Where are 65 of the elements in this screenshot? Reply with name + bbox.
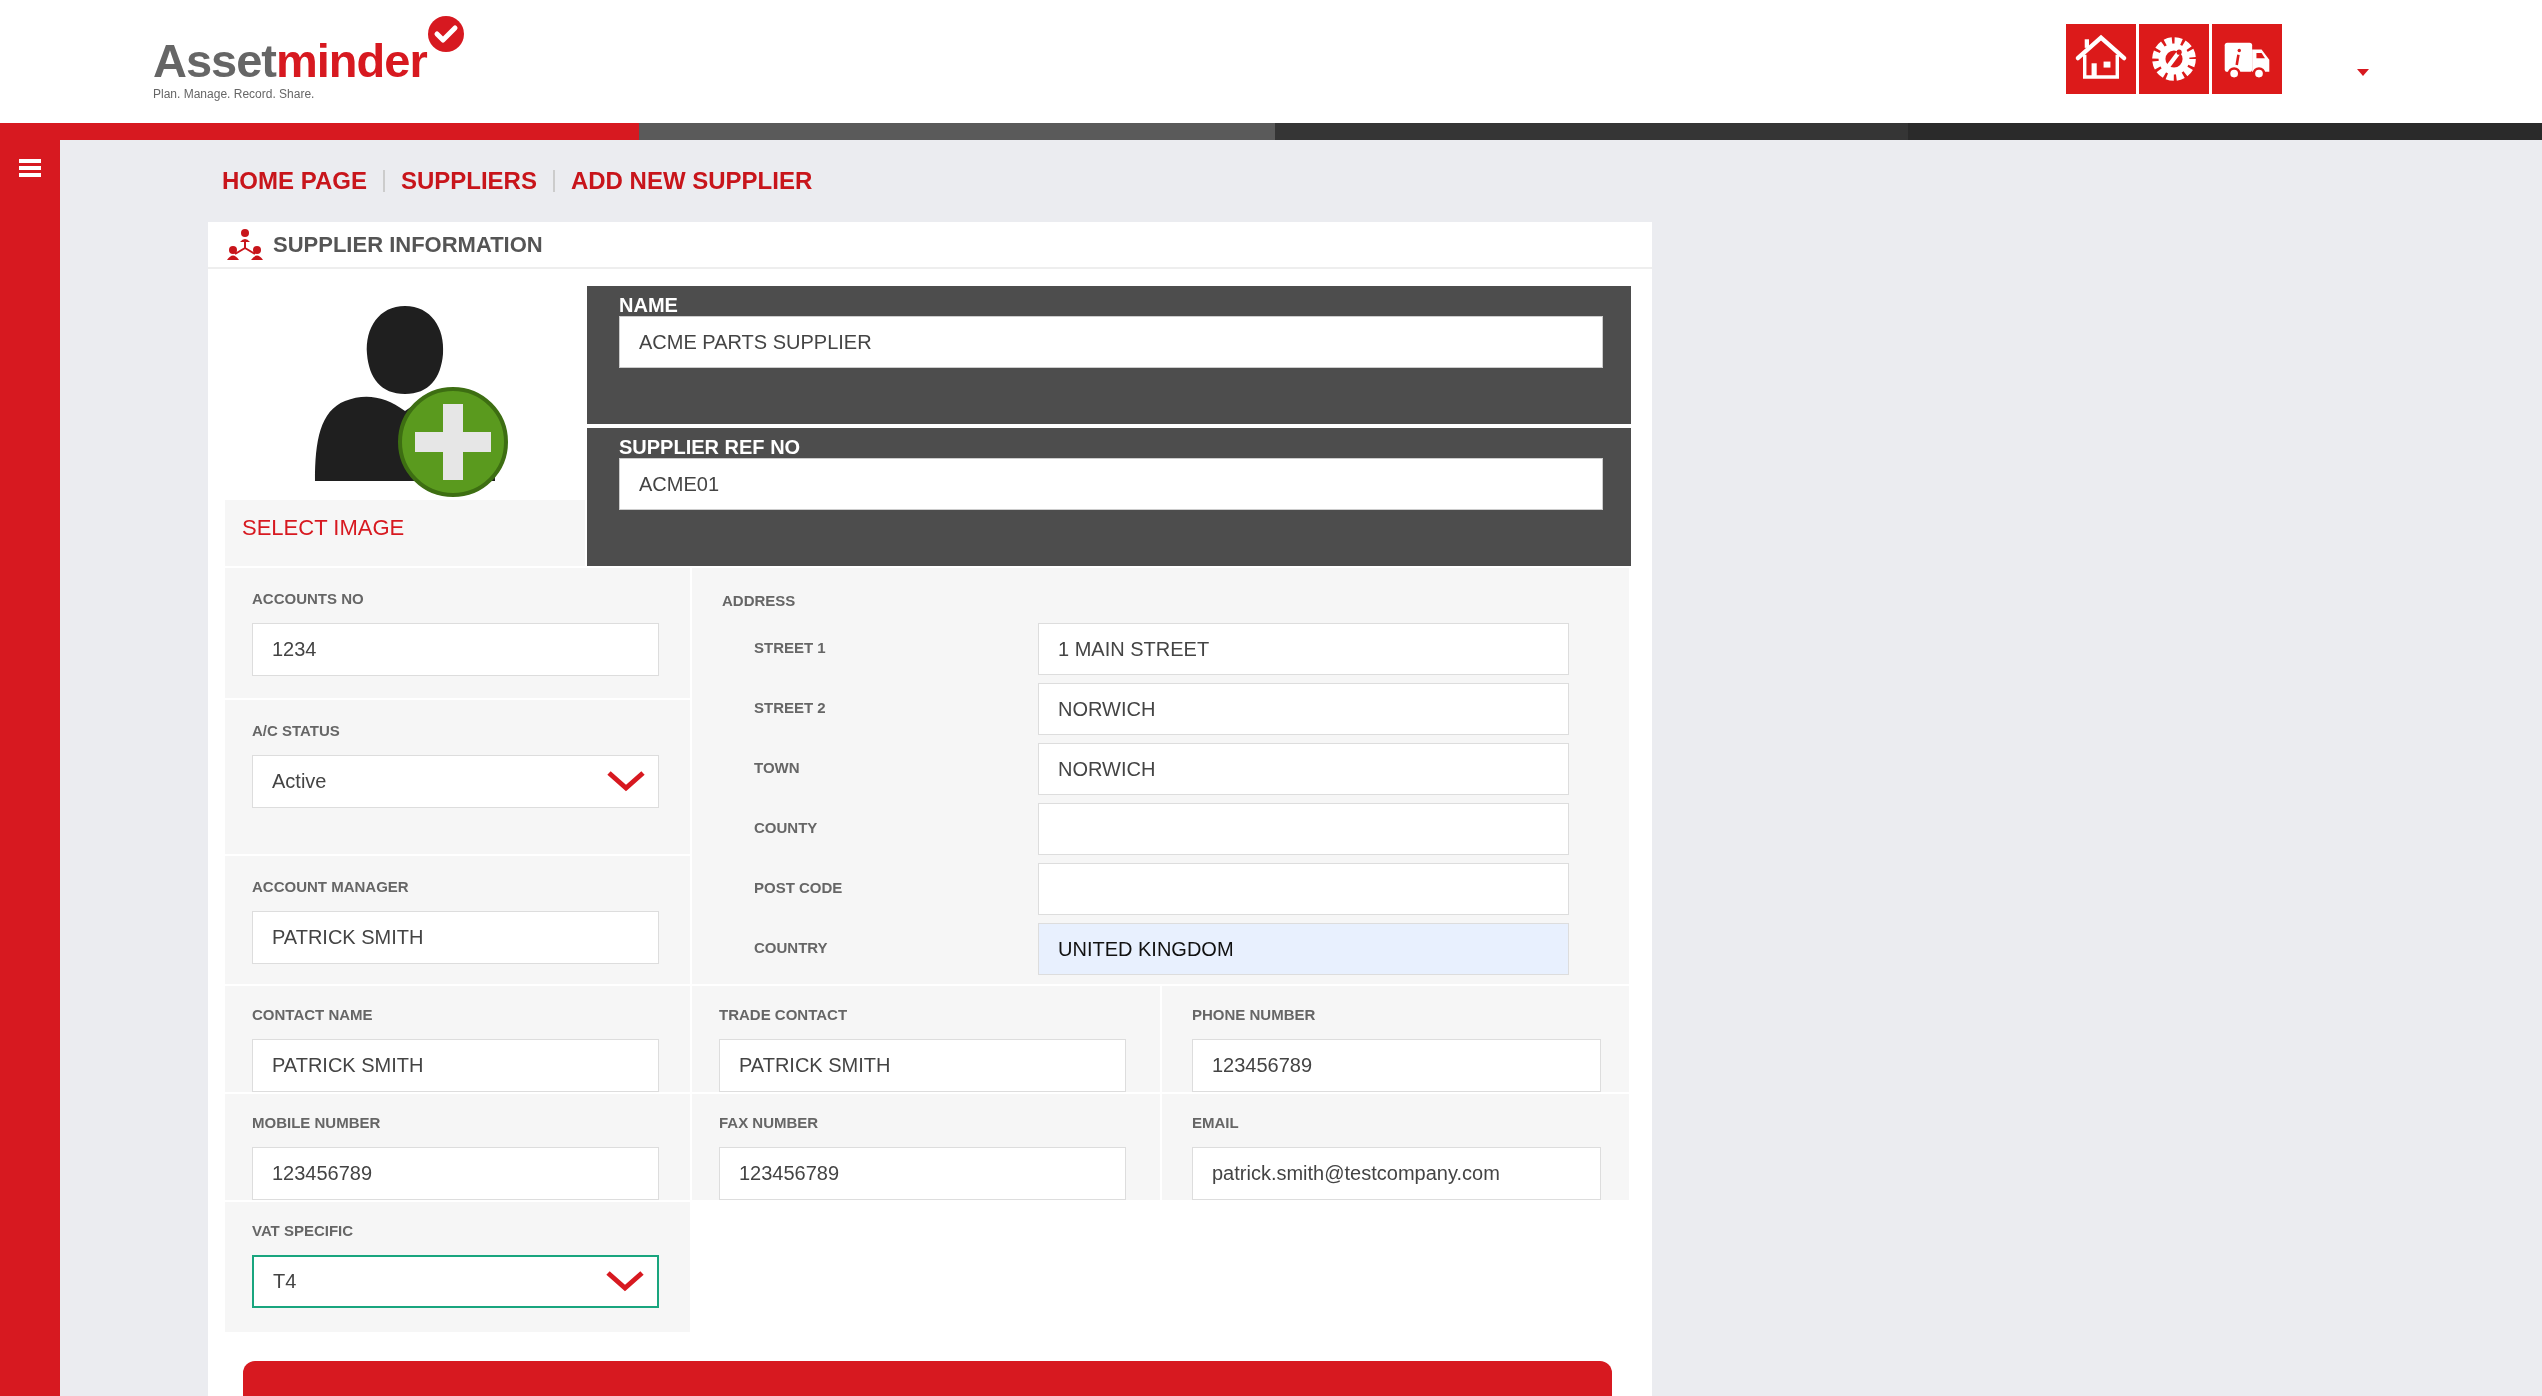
dropdown[interactable]: T4 [252, 1254, 659, 1308]
breadcrumb-link[interactable]: SUPPLIERS [400, 163, 537, 199]
toolbar-button[interactable] [2212, 23, 2282, 94]
input-field[interactable]: NORWICH [1038, 742, 1569, 795]
chevron-down-icon [605, 1270, 645, 1293]
input-field[interactable]: UNITED KINGDOM [1038, 922, 1569, 975]
field-label: POST CODE [753, 878, 844, 899]
input-field[interactable]: 123456789 [719, 1146, 1126, 1200]
toolbar-button[interactable] [2066, 23, 2136, 94]
input-field[interactable] [1038, 802, 1569, 855]
toolbar-button[interactable] [2139, 23, 2209, 94]
field-value: Active [272, 769, 328, 795]
field-value: patrick.smith@testcompany.com [1212, 1161, 1501, 1187]
field-label: ACCOUNT MANAGER [252, 877, 410, 898]
field-label: ADDRESS [722, 591, 797, 612]
field-label: STREET 1 [753, 638, 827, 659]
input-field[interactable]: 123456789 [1192, 1038, 1601, 1092]
field-label: COUNTRY [753, 938, 829, 959]
field-label: ACCOUNTS NO [252, 589, 365, 610]
field-label: STREET 2 [753, 698, 827, 719]
input-field[interactable]: ACME PARTS SUPPLIER [619, 316, 1603, 369]
chevron-down-icon [606, 770, 646, 793]
field-value: 123456789 [739, 1161, 841, 1187]
breadcrumb-link[interactable]: ADD NEW SUPPLIER [570, 163, 813, 199]
breadcrumb-link[interactable]: HOME PAGE [222, 163, 367, 199]
menu-icon[interactable] [19, 159, 41, 177]
logo-text: Asset [153, 33, 276, 87]
field-label: SUPPLIER REF NO [619, 436, 802, 459]
field-label: A/C STATUS [252, 721, 341, 742]
input-field[interactable]: NORWICH [1038, 682, 1569, 735]
check-badge-icon [426, 14, 465, 53]
field-value: PATRICK SMITH [272, 925, 425, 951]
field-label: MOBILE NUMBER [252, 1113, 382, 1134]
field-label: EMAIL [1192, 1113, 1240, 1134]
input-field[interactable]: ACME01 [619, 458, 1603, 511]
input-field[interactable] [1038, 862, 1569, 915]
input-field[interactable]: PATRICK SMITH [252, 910, 659, 964]
dropdown[interactable]: Active [252, 754, 659, 808]
field-label: TRADE CONTACT [719, 1005, 849, 1026]
field-value: PATRICK SMITH [272, 1053, 425, 1079]
field-value: 1234 [272, 637, 318, 663]
card-title: SUPPLIER INFORMATION [273, 231, 543, 260]
input-field[interactable]: 123456789 [252, 1146, 659, 1200]
field-label: PHONE NUMBER [1192, 1005, 1317, 1026]
logo[interactable]: Assetminder Plan. Manage. Record. Share. [153, 14, 465, 103]
people-hierarchy-icon [227, 227, 263, 262]
field-label: VAT SPECIFIC [252, 1221, 355, 1242]
caret-icon[interactable] [2357, 69, 2369, 76]
field-value: 123456789 [272, 1161, 374, 1187]
field-label: NAME [619, 294, 679, 317]
input-field[interactable]: 1234 [252, 622, 659, 676]
field-label: TOWN [753, 758, 801, 779]
field-value: PATRICK SMITH [739, 1053, 892, 1079]
field-label: COUNTY [753, 818, 819, 839]
field-value: 123456789 [1212, 1053, 1314, 1079]
logo-text: minder [276, 33, 427, 87]
field-label: CONTACT NAME [252, 1005, 374, 1026]
field-value: T4 [273, 1269, 298, 1295]
input-field[interactable]: 1 MAIN STREET [1038, 622, 1569, 675]
select-image-link[interactable]: SELECT IMAGE [242, 511, 405, 545]
input-field[interactable]: patrick.smith@testcompany.com [1192, 1146, 1601, 1200]
input-field[interactable]: PATRICK SMITH [719, 1038, 1126, 1092]
field-label: FAX NUMBER [719, 1113, 820, 1134]
logo-tagline: Plan. Manage. Record. Share. [153, 85, 316, 103]
input-field[interactable]: PATRICK SMITH [252, 1038, 659, 1092]
